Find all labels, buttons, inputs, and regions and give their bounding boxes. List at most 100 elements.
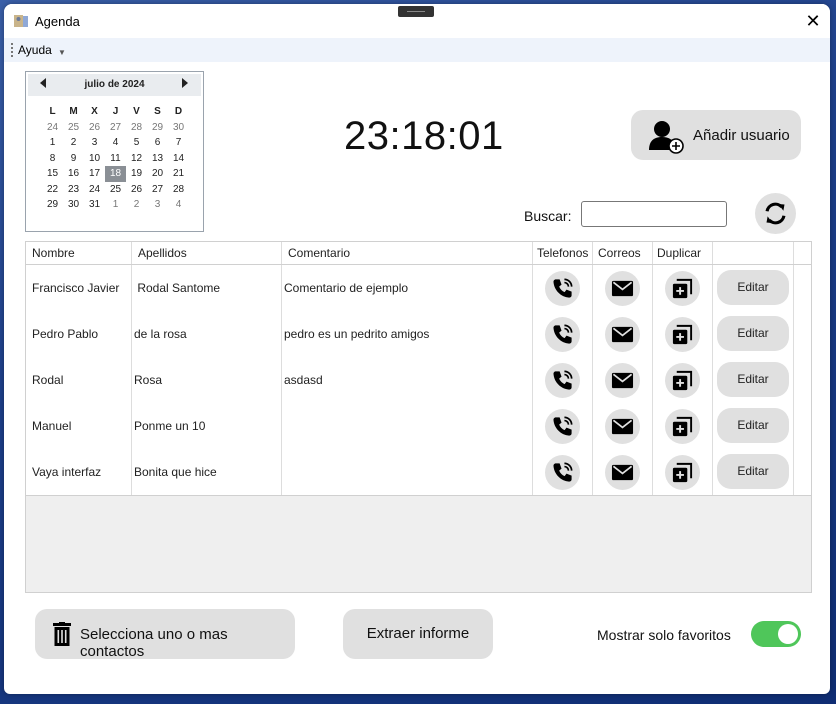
table-row[interactable]: Francisco Javier Rodal Santome Comentario… [26,265,811,312]
email-button[interactable] [605,363,640,398]
calendar-month-label[interactable]: julio de 2024 [28,79,201,90]
calendar-day[interactable]: 1 [105,197,126,213]
calendar-day[interactable]: 28 [168,182,189,198]
call-button[interactable] [545,363,580,398]
column-header-apellidos[interactable]: Apellidos [132,242,282,264]
calendar-day[interactable]: 2 [126,197,147,213]
edit-button[interactable]: Editar [717,408,789,443]
duplicate-button[interactable] [665,271,700,306]
calendar-day[interactable]: 4 [168,197,189,213]
table-row[interactable]: Pedro Pablo de la rosa pedro es un pedrito… [26,311,811,358]
add-user-label: Añadir usuario [693,127,790,144]
calendar-day[interactable]: 10 [84,151,105,167]
calendar-day[interactable]: 26 [84,120,105,136]
edit-button[interactable]: Editar [717,362,789,397]
edit-button[interactable]: Editar [717,454,789,489]
calendar-day[interactable]: 17 [84,166,105,182]
calendar-day[interactable]: 1 [42,135,63,151]
edit-button[interactable]: Editar [717,316,789,351]
delete-contacts-button[interactable]: Selecciona uno o mas contactos [35,609,295,660]
call-button[interactable] [545,271,580,306]
calendar-next-icon[interactable] [182,78,188,88]
mail-icon [611,280,634,297]
calendar-day[interactable]: 25 [63,120,84,136]
edit-button[interactable]: Editar [717,270,789,305]
calendar-day[interactable]: 3 [147,197,168,213]
calendar-day[interactable]: 25 [105,182,126,198]
calendar-day[interactable]: 29 [147,120,168,136]
weekday-label: X [91,106,98,117]
table-row[interactable]: Vaya interfaz Bonita que hice Editar [26,449,811,496]
calendar-day[interactable]: 23 [63,182,84,198]
add-user-button[interactable]: Añadir usuario [631,110,801,160]
column-header-telefonos[interactable]: Telefonos [533,242,593,264]
search-input[interactable] [581,201,727,227]
calendar-day[interactable]: 27 [105,120,126,136]
calendar-day[interactable]: 7 [168,135,189,151]
favorites-toggle[interactable] [751,621,801,647]
calendar-week: 15 16 17 18 19 20 21 [42,166,198,182]
calendar-day[interactable]: 27 [147,182,168,198]
email-button[interactable] [605,271,640,306]
calendar-day[interactable]: 6 [147,135,168,151]
calendar-day[interactable]: 11 [105,151,126,167]
toolbar-overflow-icon[interactable]: ▼ [58,48,66,57]
close-icon[interactable]: ✕ [802,10,824,32]
column-header-duplicar[interactable]: Duplicar [653,242,713,264]
calendar-day[interactable]: 5 [126,135,147,151]
column-header-nombre[interactable]: Nombre [26,242,132,264]
call-button[interactable] [545,455,580,490]
calendar-day[interactable]: 20 [147,166,168,182]
calendar-day[interactable]: 16 [63,166,84,182]
duplicate-button[interactable] [665,363,700,398]
email-button[interactable] [605,317,640,352]
title-bar[interactable]: Agenda ✕ [4,4,830,38]
calendar-day[interactable]: 19 [126,166,147,182]
calendar-day[interactable]: 21 [168,166,189,182]
calendar-day[interactable]: 4 [105,135,126,151]
refresh-button[interactable] [755,193,796,234]
duplicate-button[interactable] [665,409,700,444]
cell-editar: Editar [713,449,794,495]
column-header-comentario[interactable]: Comentario [282,242,533,264]
calendar-day[interactable]: 29 [42,197,63,213]
calendar-day[interactable]: 26 [126,182,147,198]
duplicate-button[interactable] [665,455,700,490]
calendar-day[interactable]: 12 [126,151,147,167]
extract-report-button[interactable]: Extraer informe [343,609,493,659]
email-button[interactable] [605,455,640,490]
table-row[interactable]: Rodal Rosa asdasd Editar [26,357,811,404]
cell-telefonos [533,449,593,495]
calendar-day[interactable]: 28 [126,120,147,136]
toolbar-grip[interactable] [11,43,15,57]
snap-grip[interactable] [398,6,434,17]
calendar-day[interactable]: 9 [63,151,84,167]
call-button[interactable] [545,317,580,352]
table-row[interactable]: Manuel Ponme un 10 Editar [26,403,811,450]
calendar-day[interactable]: 2 [63,135,84,151]
column-header-correos[interactable]: Correos [593,242,653,264]
calendar-day[interactable]: 30 [168,120,189,136]
calendar-day[interactable]: 30 [63,197,84,213]
cell-editar: Editar [713,265,794,311]
calendar-day[interactable]: 31 [84,197,105,213]
contacts-table[interactable]: Nombre Apellidos Comentario Telefonos Co… [25,241,812,593]
duplicate-button[interactable] [665,317,700,352]
calendar[interactable]: julio de 2024 L M X J V S D 24 25 26 27 28 29… [25,71,204,232]
calendar-day[interactable]: 15 [42,166,63,182]
menu-item-ayuda[interactable]: Ayuda [18,43,52,57]
calendar-day[interactable]: 18 [105,166,126,182]
calendar-day[interactable]: 22 [42,182,63,198]
calendar-day[interactable]: 24 [84,182,105,198]
app-window: Agenda ✕ Ayuda ▼ julio de 2024 L M X J V… [4,4,830,694]
calendar-day[interactable]: 8 [42,151,63,167]
calendar-day[interactable]: 24 [42,120,63,136]
duplicate-icon [672,416,693,437]
calendar-week: 29 30 31 1 2 3 4 [42,197,198,213]
calendar-day[interactable]: 13 [147,151,168,167]
calendar-day[interactable]: 3 [84,135,105,151]
calendar-day[interactable]: 14 [168,151,189,167]
email-button[interactable] [605,409,640,444]
weekday-label: V [133,106,140,117]
call-button[interactable] [545,409,580,444]
